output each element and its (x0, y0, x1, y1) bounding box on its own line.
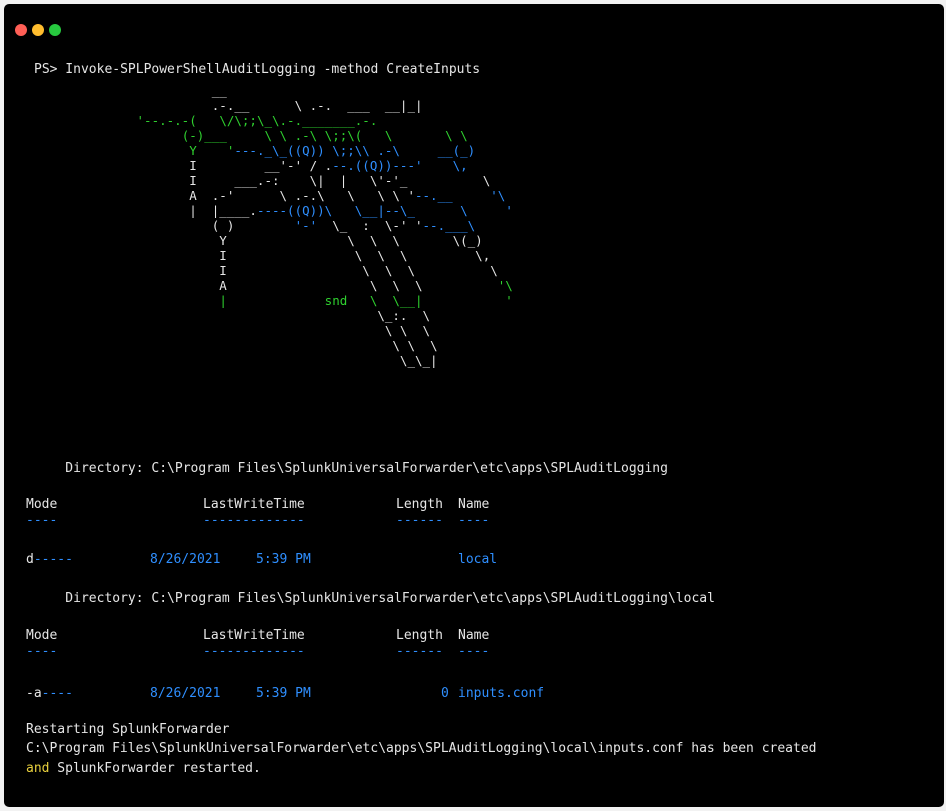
column-header-lastwritetime: LastWriteTime (203, 497, 305, 512)
terminal-window[interactable]: PS> Invoke-SPLPowerShellAuditLogging -me… (4, 4, 944, 807)
header-rule-lastwritetime: ------------- (203, 513, 305, 528)
header-rule-mode: ---- (26, 513, 58, 528)
column-header-lastwritetime: LastWriteTime (203, 628, 305, 643)
table-row-name: inputs.conf (458, 686, 545, 701)
keyword-and: and (26, 761, 50, 776)
column-header-name: Name (458, 628, 490, 643)
column-header-name: Name (458, 497, 490, 512)
ascii-art-caption: snd (324, 293, 348, 308)
column-header-length: Length (396, 497, 443, 512)
header-rule-mode: ---- (26, 644, 58, 659)
status-message-restarting: Restarting SplunkForwarder (26, 722, 230, 737)
directory-heading: Directory: C:\Program Files\SplunkUniver… (34, 591, 715, 606)
status-message-restarted: and SplunkForwarder restarted. (26, 761, 261, 776)
header-rule-length: ------ (396, 513, 443, 528)
table-row-name: local (458, 552, 498, 567)
table-row-mode: -a---- (26, 686, 73, 701)
header-rule-name: ---- (458, 644, 490, 659)
directory-heading: Directory: C:\Program Files\SplunkUniver… (34, 461, 668, 476)
header-rule-length: ------ (396, 644, 443, 659)
column-header-mode: Mode (26, 628, 58, 643)
command-line: PS> Invoke-SPLPowerShellAuditLogging -me… (34, 62, 481, 77)
table-row-date: 8/26/2021 (150, 686, 221, 701)
close-button[interactable] (15, 24, 27, 36)
table-row-mode: d----- (26, 552, 73, 567)
table-row-length: 0 (441, 686, 449, 701)
ascii-art: __ .-.__ \ .-. ___ __|_| '--.-.-( \/\;;\… (136, 83, 513, 368)
header-rule-name: ---- (458, 513, 490, 528)
column-header-length: Length (396, 628, 443, 643)
table-row-time: 5:39 PM (256, 686, 311, 701)
status-message-created: C:\Program Files\SplunkUniversalForwarde… (26, 741, 817, 756)
table-row-time: 5:39 PM (256, 552, 311, 567)
column-header-mode: Mode (26, 497, 58, 512)
header-rule-lastwritetime: ------------- (203, 644, 305, 659)
table-row-date: 8/26/2021 (150, 552, 221, 567)
zoom-button[interactable] (49, 24, 61, 36)
minimize-button[interactable] (32, 24, 44, 36)
